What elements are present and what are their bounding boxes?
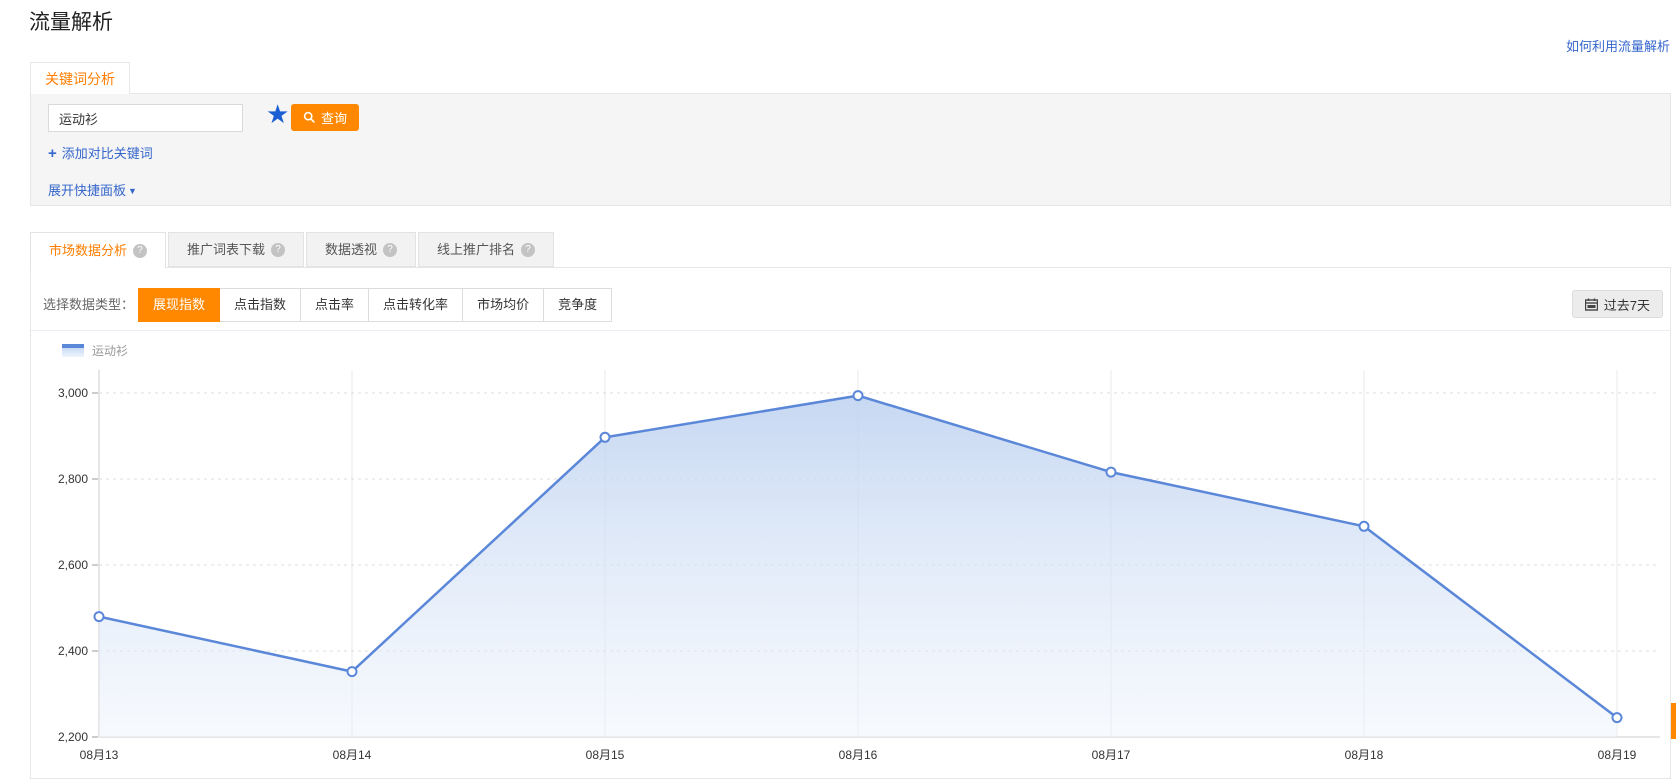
favorite-star-icon[interactable]: ★	[266, 98, 289, 130]
analysis-tab-bar: 市场数据分析 ? 推广词表下载 ? 数据透视 ? 线上推广排名 ?	[30, 232, 556, 268]
tab-label: 推广词表下载	[187, 233, 265, 267]
type-button-click-rate[interactable]: 点击率	[300, 288, 369, 322]
expand-label: 展开快捷面板	[48, 183, 126, 198]
tab-label: 数据透视	[325, 233, 377, 267]
tab-market-data-analysis[interactable]: 市场数据分析 ?	[30, 232, 166, 268]
x-tick-label: 08月19	[1598, 748, 1637, 762]
x-tick-label: 08月18	[1345, 748, 1384, 762]
tab-data-pivot[interactable]: 数据透视 ?	[306, 232, 416, 267]
y-tick-label: 2,600	[58, 558, 88, 572]
series-area	[99, 396, 1617, 737]
y-tick-label: 2,200	[58, 730, 88, 744]
query-button[interactable]: 查询	[291, 104, 359, 131]
chart-panel: 选择数据类型： 展现指数 点击指数 点击率 点击转化率 市场均价 竞争度 过去7…	[30, 267, 1671, 779]
data-type-selector-label: 选择数据类型：	[43, 288, 134, 322]
help-icon[interactable]: ?	[133, 244, 147, 258]
y-tick-label: 2,400	[58, 644, 88, 658]
type-button-market-avg-price[interactable]: 市场均价	[462, 288, 544, 322]
data-point[interactable]	[854, 391, 863, 400]
search-icon	[303, 111, 316, 124]
x-tick-label: 08月15	[586, 748, 625, 762]
query-button-label: 查询	[321, 108, 347, 127]
data-point[interactable]	[1613, 713, 1622, 722]
divider	[31, 330, 1670, 331]
data-point[interactable]	[95, 612, 104, 621]
x-tick-label: 08月13	[80, 748, 119, 762]
data-point[interactable]	[1107, 468, 1116, 477]
expand-quick-panel-link[interactable]: 展开快捷面板▼	[48, 180, 137, 199]
help-icon[interactable]: ?	[521, 243, 535, 257]
tab-label: 线上推广排名	[437, 233, 515, 267]
type-button-impression-index[interactable]: 展现指数	[138, 288, 220, 322]
how-to-use-link[interactable]: 如何利用流量解析	[1566, 36, 1670, 55]
data-point[interactable]	[348, 667, 357, 676]
x-tick-label: 08月14	[333, 748, 372, 762]
keyword-input[interactable]	[48, 104, 243, 132]
type-button-click-conversion-rate[interactable]: 点击转化率	[368, 288, 463, 322]
data-point[interactable]	[1360, 522, 1369, 531]
data-type-button-group: 展现指数 点击指数 点击率 点击转化率 市场均价 竞争度	[138, 288, 612, 322]
traffic-analysis-page: 流量解析 如何利用流量解析 关键词分析 ★ 查询 + 添加对比关键词 展开快捷面板…	[0, 0, 1676, 781]
type-button-competition[interactable]: 竞争度	[543, 288, 612, 322]
add-compare-keyword-link[interactable]: + 添加对比关键词	[48, 143, 153, 162]
chevron-down-icon: ▼	[128, 186, 137, 196]
type-button-click-index[interactable]: 点击指数	[219, 288, 301, 322]
x-tick-label: 08月16	[839, 748, 878, 762]
date-range-button[interactable]: 过去7天	[1572, 290, 1663, 318]
help-icon[interactable]: ?	[271, 243, 285, 257]
tab-online-promo-ranking[interactable]: 线上推广排名 ?	[418, 232, 554, 267]
feedback-tab[interactable]	[1671, 703, 1676, 739]
y-tick-label: 2,800	[58, 472, 88, 486]
plus-icon: +	[48, 145, 57, 162]
page-title: 流量解析	[29, 6, 113, 36]
tab-label: 市场数据分析	[49, 234, 127, 268]
add-compare-label: 添加对比关键词	[62, 146, 153, 161]
keyword-panel: ★ 查询 + 添加对比关键词 展开快捷面板▼	[30, 93, 1671, 206]
data-point[interactable]	[601, 433, 610, 442]
y-tick-label: 3,000	[58, 386, 88, 400]
x-tick-label: 08月17	[1092, 748, 1131, 762]
help-icon[interactable]: ?	[383, 243, 397, 257]
tab-keyword-analysis[interactable]: 关键词分析	[30, 62, 130, 94]
date-range-label: 过去7天	[1604, 295, 1650, 314]
calendar-icon	[1585, 298, 1598, 311]
tab-promo-wordlist-download[interactable]: 推广词表下载 ?	[168, 232, 304, 267]
trend-line-chart: 2,200 2,400 2,600 2,800 3,000 08月13 08月14 08月15…	[31, 355, 1670, 777]
